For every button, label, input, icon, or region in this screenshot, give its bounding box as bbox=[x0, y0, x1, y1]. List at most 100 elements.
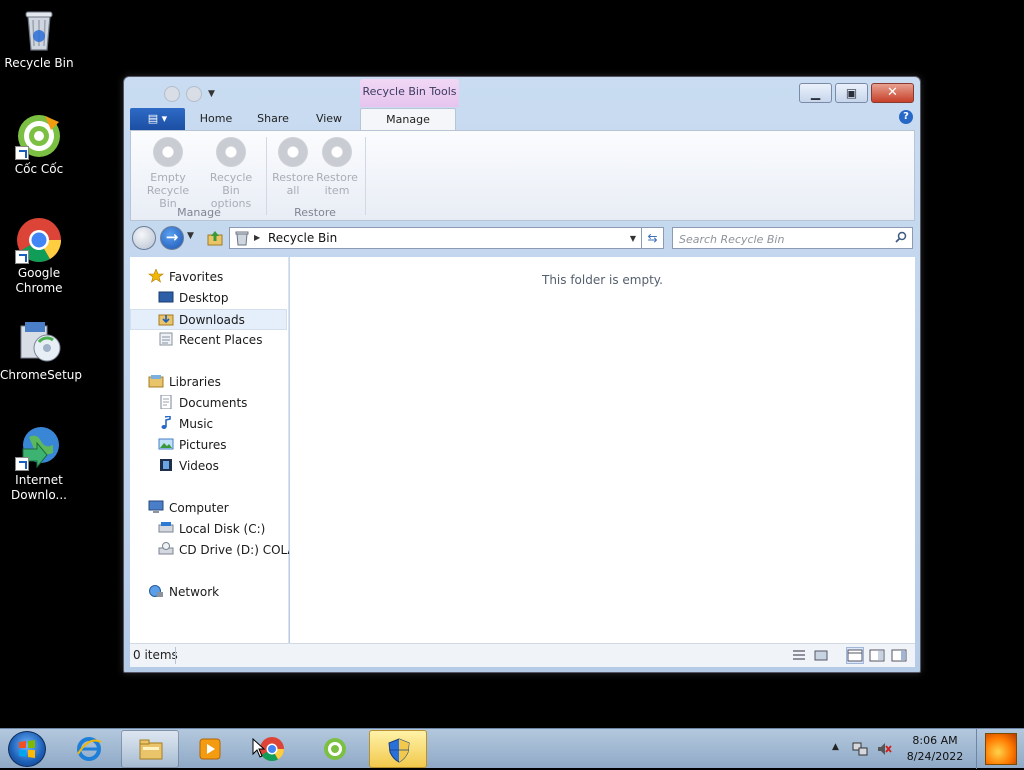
nav-documents[interactable]: Documents bbox=[158, 393, 247, 414]
shortcut-arrow-icon bbox=[15, 250, 29, 264]
nav-local-disk[interactable]: Local Disk (C:) bbox=[158, 519, 265, 540]
shortcut-arrow-icon bbox=[15, 146, 29, 160]
desktop-icon-label: ChromeSetup bbox=[0, 368, 82, 382]
tab-share[interactable]: Share bbox=[248, 108, 298, 130]
recycle-bin-options-button[interactable]: Recycle Bin options bbox=[201, 137, 261, 210]
qat-customize-chevron-icon[interactable]: ▼ bbox=[208, 86, 218, 102]
recycle-bin-icon bbox=[15, 6, 63, 54]
taskbar-coccoc[interactable] bbox=[306, 730, 364, 768]
navigation-pane-layout-button[interactable] bbox=[846, 647, 864, 664]
show-hidden-icons-chevron-icon[interactable]: ▲ bbox=[832, 742, 839, 752]
desktop-icon-google-chrome[interactable]: Google Chrome bbox=[0, 216, 78, 296]
restore-item-button[interactable]: Restore item bbox=[315, 137, 359, 197]
help-icon[interactable]: ? bbox=[899, 110, 913, 124]
back-button[interactable] bbox=[132, 226, 156, 250]
recent-locations-chevron-icon[interactable]: ▼ bbox=[187, 231, 194, 241]
up-folder-button[interactable] bbox=[206, 229, 224, 247]
globe-download-icon bbox=[15, 423, 63, 471]
nav-label: Downloads bbox=[179, 313, 245, 327]
preview-pane-icon bbox=[869, 649, 885, 662]
forward-button[interactable]: → bbox=[160, 226, 184, 250]
group-label-manage: Manage bbox=[177, 206, 221, 219]
taskbar-file-explorer[interactable] bbox=[121, 730, 179, 768]
recycle-bin-small-icon bbox=[235, 231, 249, 246]
recycle-bin-options-label: Recycle Bin options bbox=[209, 171, 253, 210]
desktop-icon-label: Google Chrome bbox=[15, 266, 63, 295]
coccoc-icon bbox=[15, 112, 63, 160]
nav-cd-drive[interactable]: CD Drive (D:) COLAB bbox=[158, 540, 289, 561]
nav-recent-places[interactable]: Recent Places bbox=[158, 330, 262, 351]
start-button[interactable] bbox=[8, 731, 46, 767]
clock[interactable]: 8:06 AM 8/24/2022 bbox=[900, 733, 970, 765]
volume-muted-icon[interactable] bbox=[876, 741, 892, 757]
status-bar: 0 items bbox=[130, 643, 915, 667]
desktop-icon-internet-download-manager[interactable]: Internet Downlo... bbox=[0, 423, 78, 503]
nav-videos[interactable]: Videos bbox=[158, 456, 219, 477]
tab-home[interactable]: Home bbox=[192, 108, 240, 130]
restore-all-button[interactable]: Restore all bbox=[271, 137, 315, 197]
ribbon-separator bbox=[365, 137, 366, 215]
contextual-tab-header: Recycle Bin Tools bbox=[360, 79, 459, 107]
desktop-icon-recycle-bin[interactable]: Recycle Bin bbox=[0, 6, 78, 71]
show-desktop-button[interactable] bbox=[976, 729, 1024, 769]
large-icons-view-icon bbox=[814, 650, 828, 661]
close-button[interactable]: ✕ bbox=[871, 83, 914, 103]
refresh-button[interactable]: ⇆ bbox=[642, 227, 664, 249]
qat-new-folder-icon[interactable] bbox=[186, 86, 202, 102]
file-menu-button[interactable]: ▤ ▾ bbox=[130, 108, 185, 130]
address-bar[interactable]: ▶ Recycle Bin ▼ bbox=[229, 227, 642, 249]
minimize-button[interactable]: ▁ bbox=[799, 83, 832, 103]
taskbar-internet-explorer[interactable] bbox=[60, 730, 118, 768]
qat-properties-icon[interactable] bbox=[164, 86, 180, 102]
videos-icon bbox=[158, 458, 174, 472]
title-bar[interactable]: ▼ Recycle Bin Tools ▁ ▣ ✕ bbox=[124, 77, 920, 107]
maximize-button[interactable]: ▣ bbox=[835, 83, 868, 103]
empty-recycle-bin-label: Empty Recycle Bin bbox=[146, 171, 190, 210]
desktop-icon-coccoc[interactable]: Cốc Cốc bbox=[0, 112, 78, 177]
clock-time: 8:06 AM bbox=[912, 734, 958, 747]
maximize-icon: ▣ bbox=[845, 86, 858, 100]
search-input[interactable] bbox=[679, 229, 889, 250]
nav-label: Local Disk (C:) bbox=[179, 522, 266, 536]
nav-libraries[interactable]: Libraries bbox=[148, 372, 221, 393]
tab-view[interactable]: View bbox=[306, 108, 352, 130]
tab-manage[interactable]: Manage bbox=[360, 108, 456, 131]
nav-label: Pictures bbox=[179, 438, 227, 452]
media-player-icon bbox=[199, 738, 221, 760]
nav-label: Desktop bbox=[179, 291, 229, 305]
search-icon[interactable] bbox=[895, 231, 907, 243]
nav-network[interactable]: Network bbox=[148, 582, 219, 603]
desktop-icon-chromesetup[interactable]: ChromeSetup bbox=[0, 318, 82, 383]
large-icons-view-button[interactable] bbox=[812, 647, 830, 664]
empty-recycle-bin-button[interactable]: Empty Recycle Bin bbox=[137, 137, 199, 210]
up-arrow-icon bbox=[207, 231, 223, 246]
breadcrumb-chevron-icon[interactable]: ▶ bbox=[254, 231, 260, 245]
nav-label: Libraries bbox=[169, 375, 221, 389]
nav-music[interactable]: Music bbox=[158, 414, 213, 435]
nav-label: Music bbox=[179, 417, 214, 431]
nav-label: CD Drive (D:) COLAB bbox=[179, 543, 289, 557]
navigation-pane: Favorites Desktop Downloads Recent Place… bbox=[130, 257, 289, 643]
nav-pictures[interactable]: Pictures bbox=[158, 435, 227, 456]
preview-pane-button[interactable] bbox=[868, 647, 886, 664]
network-icon bbox=[148, 584, 164, 598]
nav-downloads[interactable]: Downloads bbox=[130, 309, 287, 330]
desktop-icon bbox=[158, 290, 174, 304]
details-pane-button[interactable] bbox=[890, 647, 908, 664]
libraries-icon bbox=[148, 374, 164, 388]
taskbar-user-account-control[interactable] bbox=[369, 730, 427, 768]
shortcut-arrow-icon bbox=[15, 457, 29, 471]
nav-computer[interactable]: Computer bbox=[148, 498, 229, 519]
nav-favorites[interactable]: Favorites bbox=[148, 267, 223, 288]
details-view-button[interactable] bbox=[790, 647, 808, 664]
cd-drive-icon bbox=[158, 542, 174, 556]
breadcrumb-recycle-bin[interactable]: Recycle Bin bbox=[268, 231, 337, 246]
network-status-icon[interactable] bbox=[852, 741, 868, 757]
search-box[interactable] bbox=[672, 227, 913, 250]
folder-icon bbox=[139, 739, 163, 760]
taskbar-media-player[interactable] bbox=[181, 730, 239, 768]
nav-label: Favorites bbox=[169, 270, 224, 284]
nav-desktop[interactable]: Desktop bbox=[158, 288, 229, 309]
address-history-chevron-icon[interactable]: ▼ bbox=[630, 231, 636, 246]
file-list-pane[interactable]: This folder is empty. bbox=[290, 257, 915, 643]
